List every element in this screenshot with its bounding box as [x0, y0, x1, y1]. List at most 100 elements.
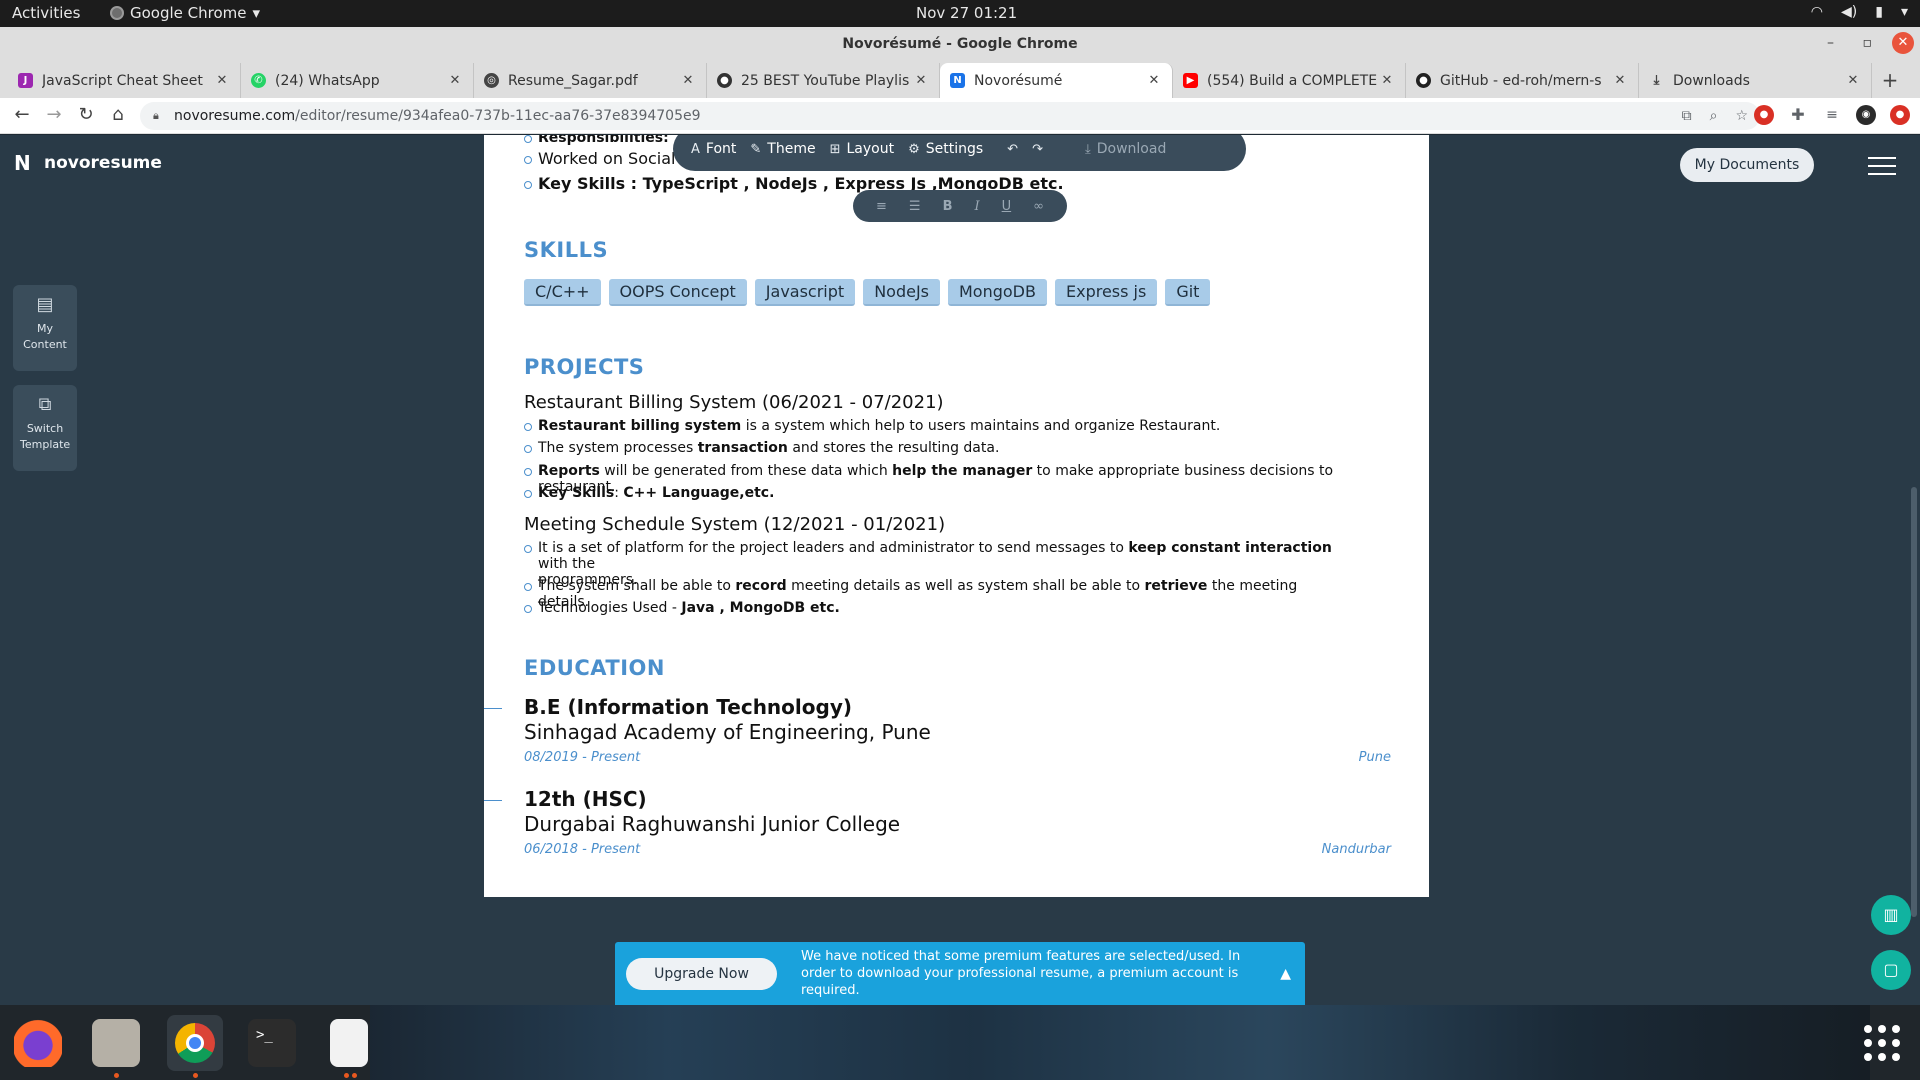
education-location[interactable]: Nandurbar — [1322, 842, 1391, 857]
system-tray[interactable]: ◠ ◀) ▮ ▾ — [1811, 4, 1908, 20]
window-title: Novorésumé - Google Chrome — [842, 36, 1078, 52]
tab-resume-pdf[interactable]: ◎ Resume_Sagar.pdf ✕ — [474, 63, 707, 98]
home-icon[interactable]: ⌂ — [106, 104, 130, 125]
education-section-title[interactable]: EDUCATION — [524, 656, 665, 680]
close-window-icon[interactable]: ✕ — [1892, 32, 1914, 54]
project-bullet[interactable]: Restaurant billing system is a system wh… — [524, 418, 1344, 434]
resume-sheet[interactable]: Responsibilities: Worked on Social m Key… — [484, 135, 1429, 897]
layout-button[interactable]: ⊞ Layout — [830, 141, 895, 157]
download-button[interactable]: ⤓ Download — [1085, 141, 1166, 157]
page-scrollbar[interactable] — [1911, 487, 1917, 917]
tab-downloads[interactable]: ⤓ Downloads ✕ — [1639, 63, 1872, 98]
layout-label: Layout — [846, 141, 895, 157]
tab-youtube-playlists[interactable]: ● 25 BEST YouTube Playlis ✕ — [707, 63, 940, 98]
project-title[interactable]: Meeting Schedule System (12/2021 - 01/20… — [524, 514, 945, 535]
italic-icon[interactable]: I — [974, 199, 979, 214]
tab-novoresume[interactable]: N Novorésumé ✕ — [940, 63, 1173, 98]
font-button[interactable]: A Font — [691, 141, 736, 157]
close-icon[interactable]: ✕ — [680, 73, 696, 88]
skill-tag[interactable]: MongoDB — [948, 279, 1047, 306]
chat-widget-icon[interactable]: ▢ — [1871, 950, 1911, 990]
files-icon[interactable] — [92, 1019, 140, 1067]
skill-tag[interactable]: OOPS Concept — [608, 279, 747, 306]
skill-tag[interactable]: Javascript — [754, 279, 856, 306]
education-degree[interactable]: B.E (Information Technology) — [524, 695, 852, 719]
education-school[interactable]: Sinhagad Academy of Engineering, Pune — [524, 720, 931, 744]
education-date[interactable]: 08/2019 - Present — [524, 750, 640, 765]
align-left-icon[interactable]: ≡ — [876, 199, 887, 214]
underline-icon[interactable]: U — [1002, 199, 1012, 214]
education-date[interactable]: 06/2018 - Present — [524, 842, 640, 857]
bookmark-star-icon[interactable]: ☆ — [1735, 102, 1748, 130]
terminal-icon[interactable]: >_ — [248, 1019, 296, 1067]
project-bullet[interactable]: The system processes transaction and sto… — [524, 440, 1344, 456]
align-justify-icon[interactable]: ☰ — [909, 199, 921, 214]
tab-github[interactable]: ● GitHub - ed-roh/mern-s ✕ — [1406, 63, 1639, 98]
show-applications-icon[interactable] — [1864, 1025, 1900, 1061]
redo-button[interactable]: ↷ — [1032, 142, 1043, 157]
close-icon[interactable]: ✕ — [1845, 73, 1861, 88]
github-icon: ● — [1416, 73, 1431, 88]
settings-button[interactable]: ⚙ Settings — [908, 141, 983, 157]
skills-section-title[interactable]: SKILLS — [524, 238, 608, 262]
close-icon[interactable]: ✕ — [1379, 73, 1395, 88]
close-icon[interactable]: ✕ — [913, 73, 929, 88]
education-location[interactable]: Pune — [1359, 750, 1391, 765]
app-menu[interactable]: Google Chrome ▾ — [110, 4, 260, 22]
my-documents-button[interactable]: My Documents — [1680, 148, 1814, 182]
undo-button[interactable]: ↶ — [1007, 142, 1018, 157]
desktop-dock: >_ — [0, 1005, 1920, 1080]
forward-icon[interactable]: → — [42, 104, 66, 125]
extensions-puzzle-icon[interactable]: ✚ — [1788, 105, 1808, 125]
address-bar[interactable]: 🔒︎ novoresume.com/editor/resume/934afea0… — [140, 102, 1760, 130]
close-icon[interactable]: ✕ — [447, 73, 463, 88]
education-degree[interactable]: 12th (HSC) — [524, 787, 647, 811]
document-viewer-icon[interactable] — [330, 1019, 368, 1067]
battery-icon: ▮ — [1875, 4, 1883, 20]
brand-logo[interactable]: N novoresume — [14, 153, 162, 173]
layout-icon: ⊞ — [829, 141, 841, 157]
my-content-button[interactable]: ▤ My Content — [13, 285, 77, 371]
theme-button[interactable]: ✎ Theme — [750, 141, 815, 157]
restore-icon[interactable]: ▫ — [1863, 35, 1873, 51]
zoom-icon[interactable]: ⌕ — [1710, 102, 1718, 130]
chrome-dock-button[interactable] — [167, 1015, 223, 1071]
hamburger-menu-icon[interactable] — [1868, 157, 1896, 181]
project-bullet[interactable]: Key Skills: C++ Language,etc. — [524, 485, 1344, 501]
link-icon[interactable]: ∞ — [1033, 199, 1044, 214]
upgrade-now-button[interactable]: Upgrade Now — [626, 958, 777, 990]
profile-avatar[interactable]: ◉ — [1856, 105, 1876, 125]
bold-icon[interactable]: B — [943, 199, 953, 214]
gear-icon: ⚙ — [908, 141, 920, 157]
tab-youtube-build[interactable]: ▶ (554) Build a COMPLETE ✕ — [1173, 63, 1406, 98]
media-queue-icon[interactable]: ≡ — [1822, 105, 1842, 125]
switch-template-button[interactable]: ⧉ Switch Template — [13, 385, 77, 471]
firefox-icon[interactable] — [14, 1019, 62, 1067]
update-icon[interactable]: ● — [1890, 105, 1910, 125]
clock[interactable]: Nov 27 01:21 — [916, 4, 1017, 22]
skill-tag[interactable]: Git — [1165, 279, 1211, 306]
projects-section-title[interactable]: PROJECTS — [524, 355, 644, 379]
adblock-extension-icon[interactable]: ● — [1754, 105, 1774, 125]
project-bullet[interactable]: Technologies Used - Java , MongoDB etc. — [524, 600, 1344, 616]
project-title[interactable]: Restaurant Billing System (06/2021 - 07/… — [524, 392, 944, 413]
close-icon[interactable]: ✕ — [1146, 73, 1162, 88]
reload-icon[interactable]: ↻ — [74, 104, 98, 125]
docs-widget-icon[interactable]: ▥ — [1871, 895, 1911, 935]
education-school[interactable]: Durgabai Raghuwanshi Junior College — [524, 812, 900, 836]
back-icon[interactable]: ← — [10, 104, 34, 125]
new-tab-button[interactable]: + — [1872, 63, 1908, 98]
expand-up-icon[interactable]: ▲ — [1280, 966, 1291, 982]
tab-whatsapp[interactable]: ✆ (24) WhatsApp ✕ — [241, 63, 474, 98]
skill-tag[interactable]: Express js — [1054, 279, 1158, 306]
close-icon[interactable]: ✕ — [1612, 73, 1628, 88]
skill-tag[interactable]: NodeJs — [863, 279, 940, 306]
skill-tag[interactable]: C/C++ — [524, 279, 601, 306]
close-icon[interactable]: ✕ — [214, 73, 230, 88]
activities-button[interactable]: Activities — [12, 4, 80, 22]
folder-icon: ▤ — [36, 294, 54, 315]
translate-icon[interactable]: ⧉ — [1682, 102, 1692, 130]
running-indicator — [344, 1073, 349, 1078]
tab-javascript-cheat-sheet[interactable]: J JavaScript Cheat Sheet ✕ — [8, 63, 241, 98]
minimize-icon[interactable]: – — [1827, 35, 1834, 51]
